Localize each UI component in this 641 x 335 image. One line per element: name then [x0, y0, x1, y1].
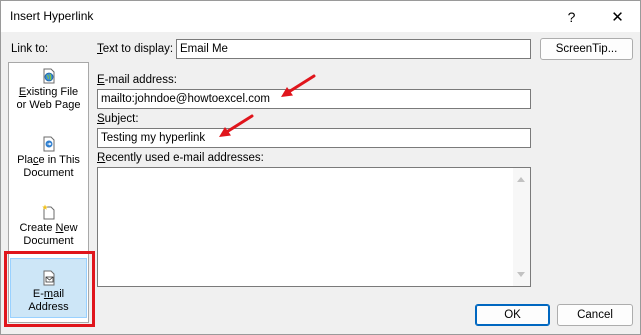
subject-input[interactable]: Testing my hyperlink	[97, 128, 531, 148]
link-to-create-line1: Create New	[19, 222, 78, 234]
scroll-up-icon[interactable]	[517, 177, 525, 182]
link-to-place-line1: Place in This	[17, 154, 80, 166]
title-bar: Insert Hyperlink ? ✕	[1, 1, 640, 32]
help-button[interactable]: ?	[549, 1, 594, 32]
link-to-existing-file[interactable]: Existing File or Web Page	[9, 68, 88, 128]
globe-document-icon	[41, 68, 57, 84]
link-to-existing-file-line2: or Web Page	[16, 99, 81, 111]
recent-addresses-label: Recently used e-mail addresses:	[97, 152, 264, 164]
link-to-email-line1: E-mail	[32, 288, 65, 300]
screentip-button[interactable]: ScreenTip...	[540, 38, 633, 60]
link-to-email-line2: Address	[28, 301, 69, 313]
link-to-email-address[interactable]: E-mail Address	[10, 258, 87, 318]
email-address-input[interactable]: mailto:johndoe@howtoexcel.com	[97, 89, 531, 109]
text-to-display-input[interactable]: Email Me	[176, 39, 531, 59]
new-document-icon	[41, 204, 57, 220]
text-to-display-label: Text to display:	[97, 43, 174, 55]
link-to-create-line2: Document	[23, 235, 74, 247]
close-icon: ✕	[611, 8, 624, 26]
subject-label: Subject:	[97, 113, 139, 125]
cancel-button[interactable]: Cancel	[557, 304, 633, 326]
email-address-label: E-mail address:	[97, 74, 177, 86]
link-to-place-line2: Document	[23, 167, 74, 179]
link-to-place-in-document[interactable]: Place in This Document	[9, 136, 88, 196]
link-to-panel: Existing File or Web Page Place in This …	[8, 62, 89, 323]
dialog-title: Insert Hyperlink	[10, 9, 94, 23]
email-document-icon	[41, 270, 57, 286]
recent-addresses-scrollbar[interactable]	[513, 168, 530, 286]
help-icon: ?	[567, 8, 576, 25]
link-to-existing-file-line1: Existing File	[18, 86, 79, 98]
link-to-label: Link to:	[11, 43, 49, 55]
document-arrow-icon	[41, 136, 57, 152]
close-button[interactable]: ✕	[595, 1, 640, 32]
ok-button[interactable]: OK	[475, 304, 550, 326]
link-to-create-new[interactable]: Create New Document	[9, 204, 88, 264]
insert-hyperlink-dialog: Insert Hyperlink ? ✕ Link to: Existing F…	[0, 0, 641, 335]
scroll-down-icon[interactable]	[517, 272, 525, 277]
recent-addresses-list[interactable]	[97, 167, 531, 287]
